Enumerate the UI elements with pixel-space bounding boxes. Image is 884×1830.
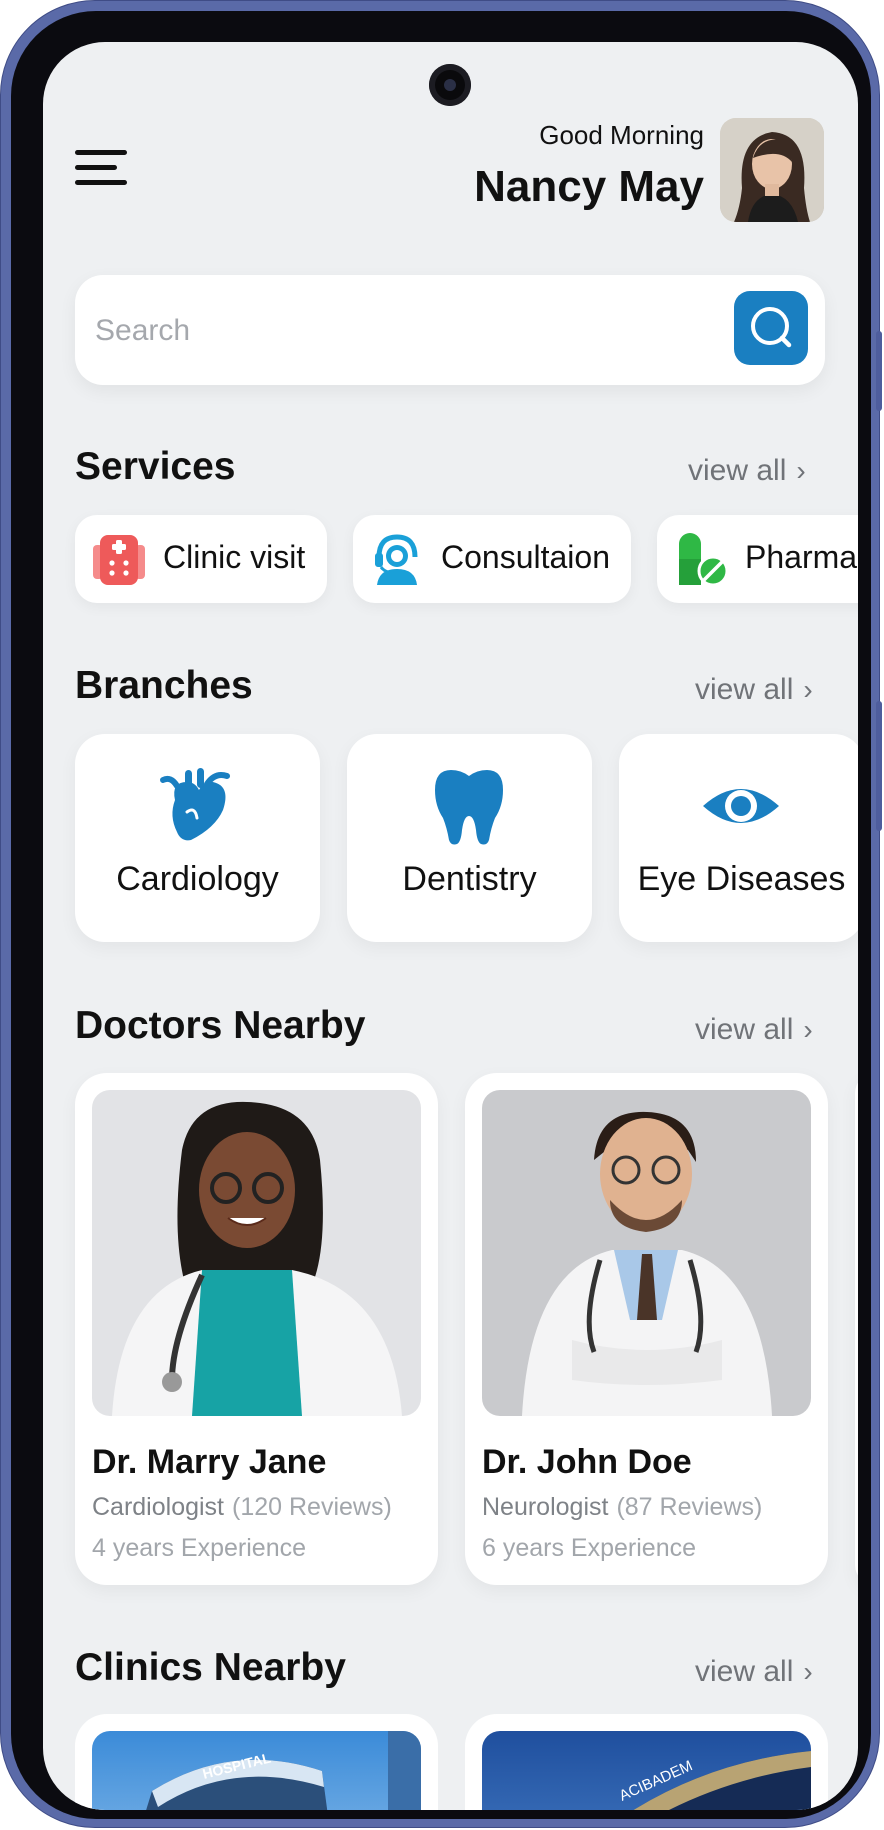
doctor-specialty: Cardiologist [92, 1493, 225, 1521]
doctor-specialty-line: Cardiologist (120 Reviews) [92, 1493, 392, 1522]
chevron-right-icon: › [803, 674, 813, 705]
clinics-title: Clinics Nearby [75, 1646, 346, 1689]
tooth-icon [435, 770, 503, 845]
doctor-reviews: (120 Reviews) [232, 1493, 392, 1521]
view-all-label: view all [688, 454, 787, 487]
chevron-right-icon: › [796, 455, 806, 486]
branches-title: Branches [75, 664, 253, 707]
branch-label: Dentistry [402, 860, 537, 898]
headset-support-icon [375, 534, 418, 585]
phone-bezel: Good Morning Nancy May Search Services v… [11, 11, 871, 1819]
search-button[interactable] [734, 291, 808, 365]
service-label: Clinic visit [163, 539, 306, 575]
power-button [876, 701, 882, 831]
clinics-view-all[interactable]: view all › [695, 1655, 813, 1689]
eye-icon [703, 789, 779, 823]
menu-icon[interactable] [75, 146, 129, 190]
app-screen: Good Morning Nancy May Search Services v… [43, 42, 858, 1810]
search-bar [75, 275, 825, 385]
chevron-right-icon: › [803, 1656, 813, 1687]
doctor-card[interactable]: Dr. Marry Jane Cardiologist (120 Reviews)… [75, 1073, 438, 1585]
chevron-right-icon: › [803, 1014, 813, 1045]
branches-view-all[interactable]: view all › [695, 673, 813, 707]
greeting-text: Good Morning [539, 120, 704, 150]
branch-eye-diseases[interactable]: Eye Diseases [619, 734, 858, 942]
branch-dentistry[interactable]: Dentistry [347, 734, 592, 942]
branch-cardiology[interactable]: Cardiology [75, 734, 320, 942]
pills-icon [679, 533, 729, 587]
view-all-label: view all [695, 1655, 794, 1688]
branch-label: Eye Diseases [637, 860, 846, 898]
doctor-specialty: Neurologist [482, 1493, 609, 1521]
doctor-photo [92, 1090, 421, 1416]
service-clinic-visit[interactable]: Clinic visit [75, 515, 327, 603]
services-title: Services [75, 445, 236, 488]
phone-frame: Good Morning Nancy May Search Services v… [0, 0, 882, 1828]
clinic-card[interactable]: HOSPITAL [75, 1714, 438, 1810]
clinic-photo: HOSPITAL [92, 1731, 421, 1810]
service-pharmacy[interactable]: Pharmacy [657, 515, 858, 603]
user-avatar[interactable] [720, 118, 824, 222]
doctor-name: Dr. Marry Jane [92, 1443, 327, 1481]
search-icon [751, 307, 792, 348]
search-input[interactable] [93, 300, 697, 362]
doctor-experience: 4 years Experience [92, 1534, 307, 1562]
heart-icon [160, 768, 230, 841]
doctor-card-partial[interactable] [855, 1073, 858, 1585]
doctor-reviews: (87 Reviews) [616, 1493, 763, 1521]
user-name: Nancy May [474, 162, 704, 211]
view-all-label: view all [695, 1013, 794, 1046]
doctor-specialty-line: Neurologist (87 Reviews) [482, 1493, 762, 1522]
clinic-photo: ACIBADEM [482, 1731, 811, 1810]
doctor-card[interactable]: Dr. John Doe Neurologist (87 Reviews) 6 y… [465, 1073, 828, 1585]
doctor-name: Dr. John Doe [482, 1443, 692, 1481]
services-view-all[interactable]: view all › [688, 454, 806, 488]
branch-label: Cardiology [116, 860, 279, 898]
doctors-title: Doctors Nearby [75, 1004, 366, 1047]
service-label: Consultaion [441, 539, 610, 575]
doctors-view-all[interactable]: view all › [695, 1013, 813, 1047]
view-all-label: view all [695, 673, 794, 706]
front-camera [429, 64, 471, 106]
clinic-card[interactable]: ACIBADEM [465, 1714, 828, 1810]
service-label: Pharmacy [745, 539, 858, 575]
doctor-experience: 6 years Experience [482, 1534, 697, 1562]
service-consultation[interactable]: Consultaion [353, 515, 631, 603]
hospital-icon [93, 535, 145, 585]
volume-button [876, 331, 882, 411]
doctor-photo [482, 1090, 811, 1416]
